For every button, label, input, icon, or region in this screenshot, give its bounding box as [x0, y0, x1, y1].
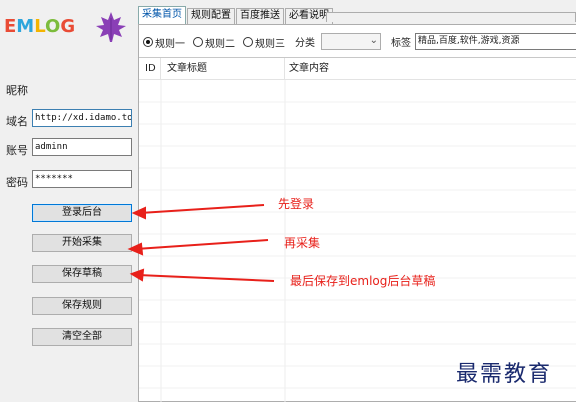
- logo-text: EMLOG: [4, 16, 75, 37]
- save-rule-button[interactable]: 保存规则: [32, 297, 132, 315]
- table-header: ID 文章标题 文章内容: [139, 58, 576, 80]
- category-select[interactable]: ⌄: [321, 33, 381, 50]
- column-header-title[interactable]: 文章标题: [161, 58, 285, 79]
- radio-dot: [243, 37, 253, 47]
- rule-three-radio[interactable]: 规则三: [243, 35, 285, 50]
- account-label: 账号: [6, 144, 28, 157]
- rule-one-label: 规则一: [155, 38, 185, 50]
- category-label: 分类: [295, 38, 315, 49]
- note-first-login: 先登录: [278, 197, 315, 211]
- clear-all-button[interactable]: 清空全部: [32, 328, 132, 346]
- rule-radio-group: 规则一 规则二 规则三: [143, 33, 293, 51]
- radio-dot: [143, 37, 153, 47]
- watermark-text: 最需教育: [456, 362, 553, 387]
- login-button[interactable]: 登录后台: [32, 204, 132, 222]
- tab-bar: 采集首页 规则配置 百度推送 必看说明: [138, 6, 334, 24]
- start-collect-button[interactable]: 开始采集: [32, 234, 132, 252]
- tags-label: 标签: [391, 38, 411, 49]
- collect-panel: 规则一 规则二 规则三 分类 ⌄ 标签 精品,百度,软件,游戏,资源 ID 文章…: [138, 24, 576, 402]
- tab-rule-config[interactable]: 规则配置: [187, 8, 235, 24]
- table-gridlines: [139, 80, 576, 402]
- rule-three-label: 规则三: [255, 38, 285, 50]
- tab-bar-filler: [326, 12, 576, 22]
- left-pane: EMLOG 昵称 域名 http://xd.idamo.top 账号 admin…: [0, 0, 136, 402]
- rule-two-label: 规则二: [205, 38, 235, 50]
- article-table: ID 文章标题 文章内容: [139, 57, 576, 402]
- logo-letter: G: [60, 16, 76, 37]
- chevron-down-icon: ⌄: [369, 35, 378, 46]
- maple-leaf-icon: [96, 12, 126, 42]
- rule-one-radio[interactable]: 规则一: [143, 35, 185, 50]
- rule-two-radio[interactable]: 规则二: [193, 35, 235, 50]
- emlog-logo: EMLOG: [4, 10, 130, 44]
- right-pane: 采集首页 规则配置 百度推送 必看说明 规则一 规则二 规则三 分类 ⌄ 标签: [136, 0, 576, 402]
- account-field[interactable]: adminn: [32, 138, 132, 156]
- password-field[interactable]: *******: [32, 170, 132, 188]
- column-header-content[interactable]: 文章内容: [285, 58, 576, 79]
- save-draft-button[interactable]: 保存草稿: [32, 265, 132, 283]
- nickname-label: 昵称: [6, 84, 28, 97]
- logo-letter: E: [4, 16, 17, 37]
- radio-dot: [193, 37, 203, 47]
- tab-collect-home[interactable]: 采集首页: [138, 6, 186, 24]
- tags-input[interactable]: 精品,百度,软件,游戏,资源: [415, 33, 576, 50]
- column-header-id[interactable]: ID: [139, 58, 161, 79]
- tab-baidu-push[interactable]: 百度推送: [236, 8, 284, 24]
- note-then-collect: 再采集: [284, 236, 321, 250]
- logo-letter: O: [45, 16, 61, 37]
- password-label: 密码: [6, 176, 28, 189]
- logo-letter: L: [34, 16, 46, 37]
- domain-field[interactable]: http://xd.idamo.top: [32, 109, 132, 127]
- domain-label: 域名: [6, 115, 28, 128]
- note-finally-save: 最后保存到emlog后台草稿: [290, 274, 436, 288]
- logo-letter: M: [16, 16, 35, 37]
